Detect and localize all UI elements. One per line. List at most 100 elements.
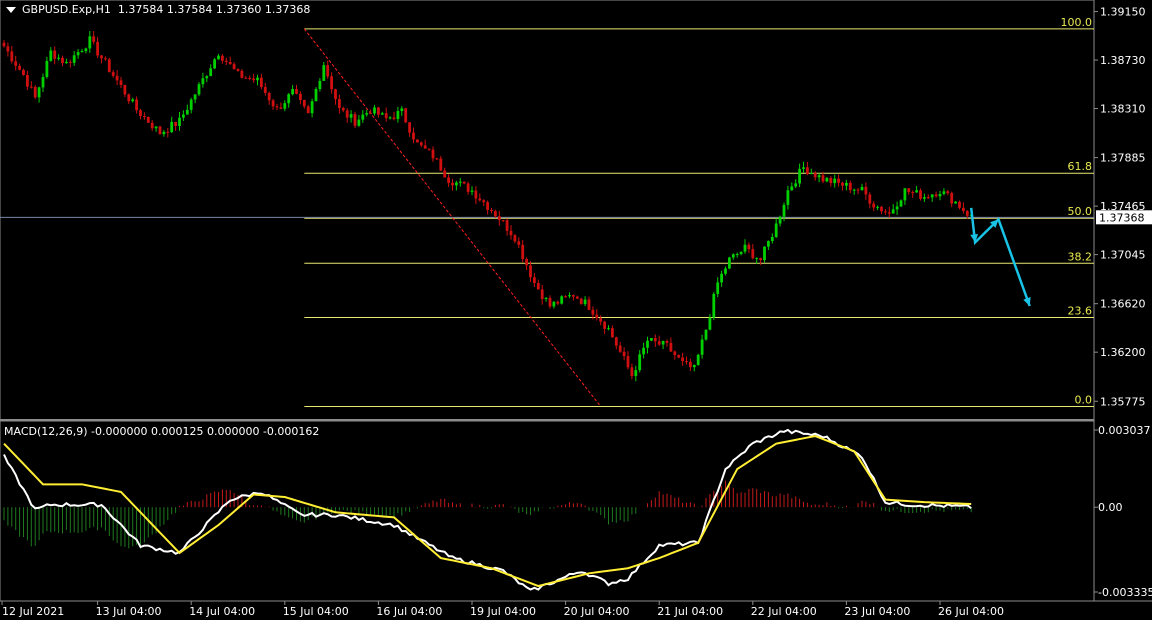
candle-body: [127, 94, 131, 102]
candle-body: [751, 249, 755, 259]
candle-body: [29, 86, 33, 88]
candle-body: [466, 183, 470, 192]
candle-body: [556, 301, 560, 304]
candle-body: [673, 351, 677, 356]
candle-body: [665, 340, 669, 343]
price-chart[interactable]: 100.0 61.8 50.0 38.2 23.6 0.0 1.39150 1.38730 1.…: [0, 0, 1152, 620]
candle-body: [575, 296, 579, 299]
candle-body: [809, 173, 813, 175]
candle-body: [646, 340, 649, 348]
candle-body: [704, 329, 708, 340]
price-tick-label: 1.38730: [1100, 54, 1146, 67]
candle-body: [427, 148, 431, 150]
macd-histogram: [3, 480, 972, 549]
candle-body: [57, 57, 60, 59]
candle-body: [462, 181, 466, 184]
candle-body: [501, 220, 505, 222]
candle-body: [868, 194, 872, 204]
candle-body: [634, 370, 638, 377]
candle-body: [825, 177, 829, 182]
macd-main-line: [3, 428, 972, 591]
candle-body: [837, 178, 840, 183]
candle-body: [291, 89, 294, 95]
candle-body: [72, 55, 76, 63]
macd-tick-label: -0.003335: [1098, 586, 1152, 599]
candle-body: [806, 167, 809, 175]
candle-body: [240, 70, 244, 78]
candle-body: [260, 77, 263, 88]
candle-body: [490, 209, 493, 212]
price-tick-label: 1.36200: [1100, 346, 1146, 359]
candle-body: [728, 257, 731, 269]
candle-body: [962, 207, 965, 212]
candle-body: [587, 299, 591, 310]
candle-body: [891, 209, 895, 214]
candle-body: [267, 92, 271, 101]
candle-body: [767, 241, 770, 247]
macd-tick-label: 0.00: [1098, 501, 1123, 514]
candle-body: [76, 52, 80, 56]
candle-body: [349, 114, 353, 118]
candle-body: [774, 223, 778, 238]
candle-body: [61, 57, 64, 64]
candle-body: [396, 111, 400, 119]
candle-body: [2, 42, 6, 47]
candle-body: [318, 80, 322, 89]
candle-body: [856, 189, 860, 191]
candle-body: [864, 186, 868, 195]
candle-body: [221, 55, 224, 61]
candle-body: [326, 65, 330, 77]
symbol-label: GBPUSD.Exp,H1: [22, 3, 111, 16]
candle-body: [529, 265, 532, 278]
candle-body: [154, 126, 158, 129]
candle-body: [813, 173, 817, 178]
candle-body: [447, 177, 450, 183]
candle-body: [790, 186, 794, 191]
price-tick-label: 1.37045: [1100, 249, 1146, 262]
candle-body: [720, 273, 723, 283]
candle-body: [380, 113, 384, 115]
candle-body: [525, 259, 528, 266]
candle-body: [283, 103, 287, 109]
candle-body: [486, 202, 489, 210]
price-tick-label: 1.36620: [1100, 298, 1146, 311]
candle-body: [92, 36, 96, 42]
price-tick-label: 1.37885: [1100, 152, 1146, 165]
candle-body: [388, 117, 392, 119]
candle-body: [314, 88, 318, 102]
candle-body: [599, 318, 603, 322]
candle-body: [739, 251, 743, 255]
candle-body: [228, 62, 232, 65]
candle-body: [794, 183, 798, 187]
candle-body: [965, 211, 969, 216]
candle-body: [954, 201, 957, 204]
candle-body: [611, 328, 614, 338]
candle-body: [509, 230, 513, 236]
candle-body: [591, 309, 595, 315]
candle-body: [614, 337, 618, 346]
candle-body: [256, 77, 259, 81]
candle-body: [84, 48, 88, 52]
candle-body: [934, 194, 938, 197]
candle-body: [802, 167, 805, 169]
candle-body: [158, 126, 162, 135]
candle-body: [146, 116, 150, 123]
candle-body: [80, 51, 84, 53]
candle-body: [474, 190, 478, 199]
candle-body: [115, 75, 119, 81]
candle-body: [123, 85, 127, 95]
candle-body: [946, 191, 950, 194]
time-tick-label: 12 Jul 2021: [2, 605, 64, 618]
chevron-down-icon[interactable]: [6, 7, 16, 13]
candle-body: [860, 186, 864, 191]
candle-body: [435, 158, 439, 160]
candle-body: [443, 170, 447, 178]
candle-body: [724, 268, 727, 274]
main-pane-border: [0, 0, 1095, 421]
candle-body: [848, 182, 852, 191]
candle-body: [560, 296, 564, 304]
candle-body: [907, 188, 911, 193]
fib-label: 0.0: [1075, 393, 1093, 406]
candle-body: [174, 121, 177, 126]
candle-body: [926, 197, 930, 199]
